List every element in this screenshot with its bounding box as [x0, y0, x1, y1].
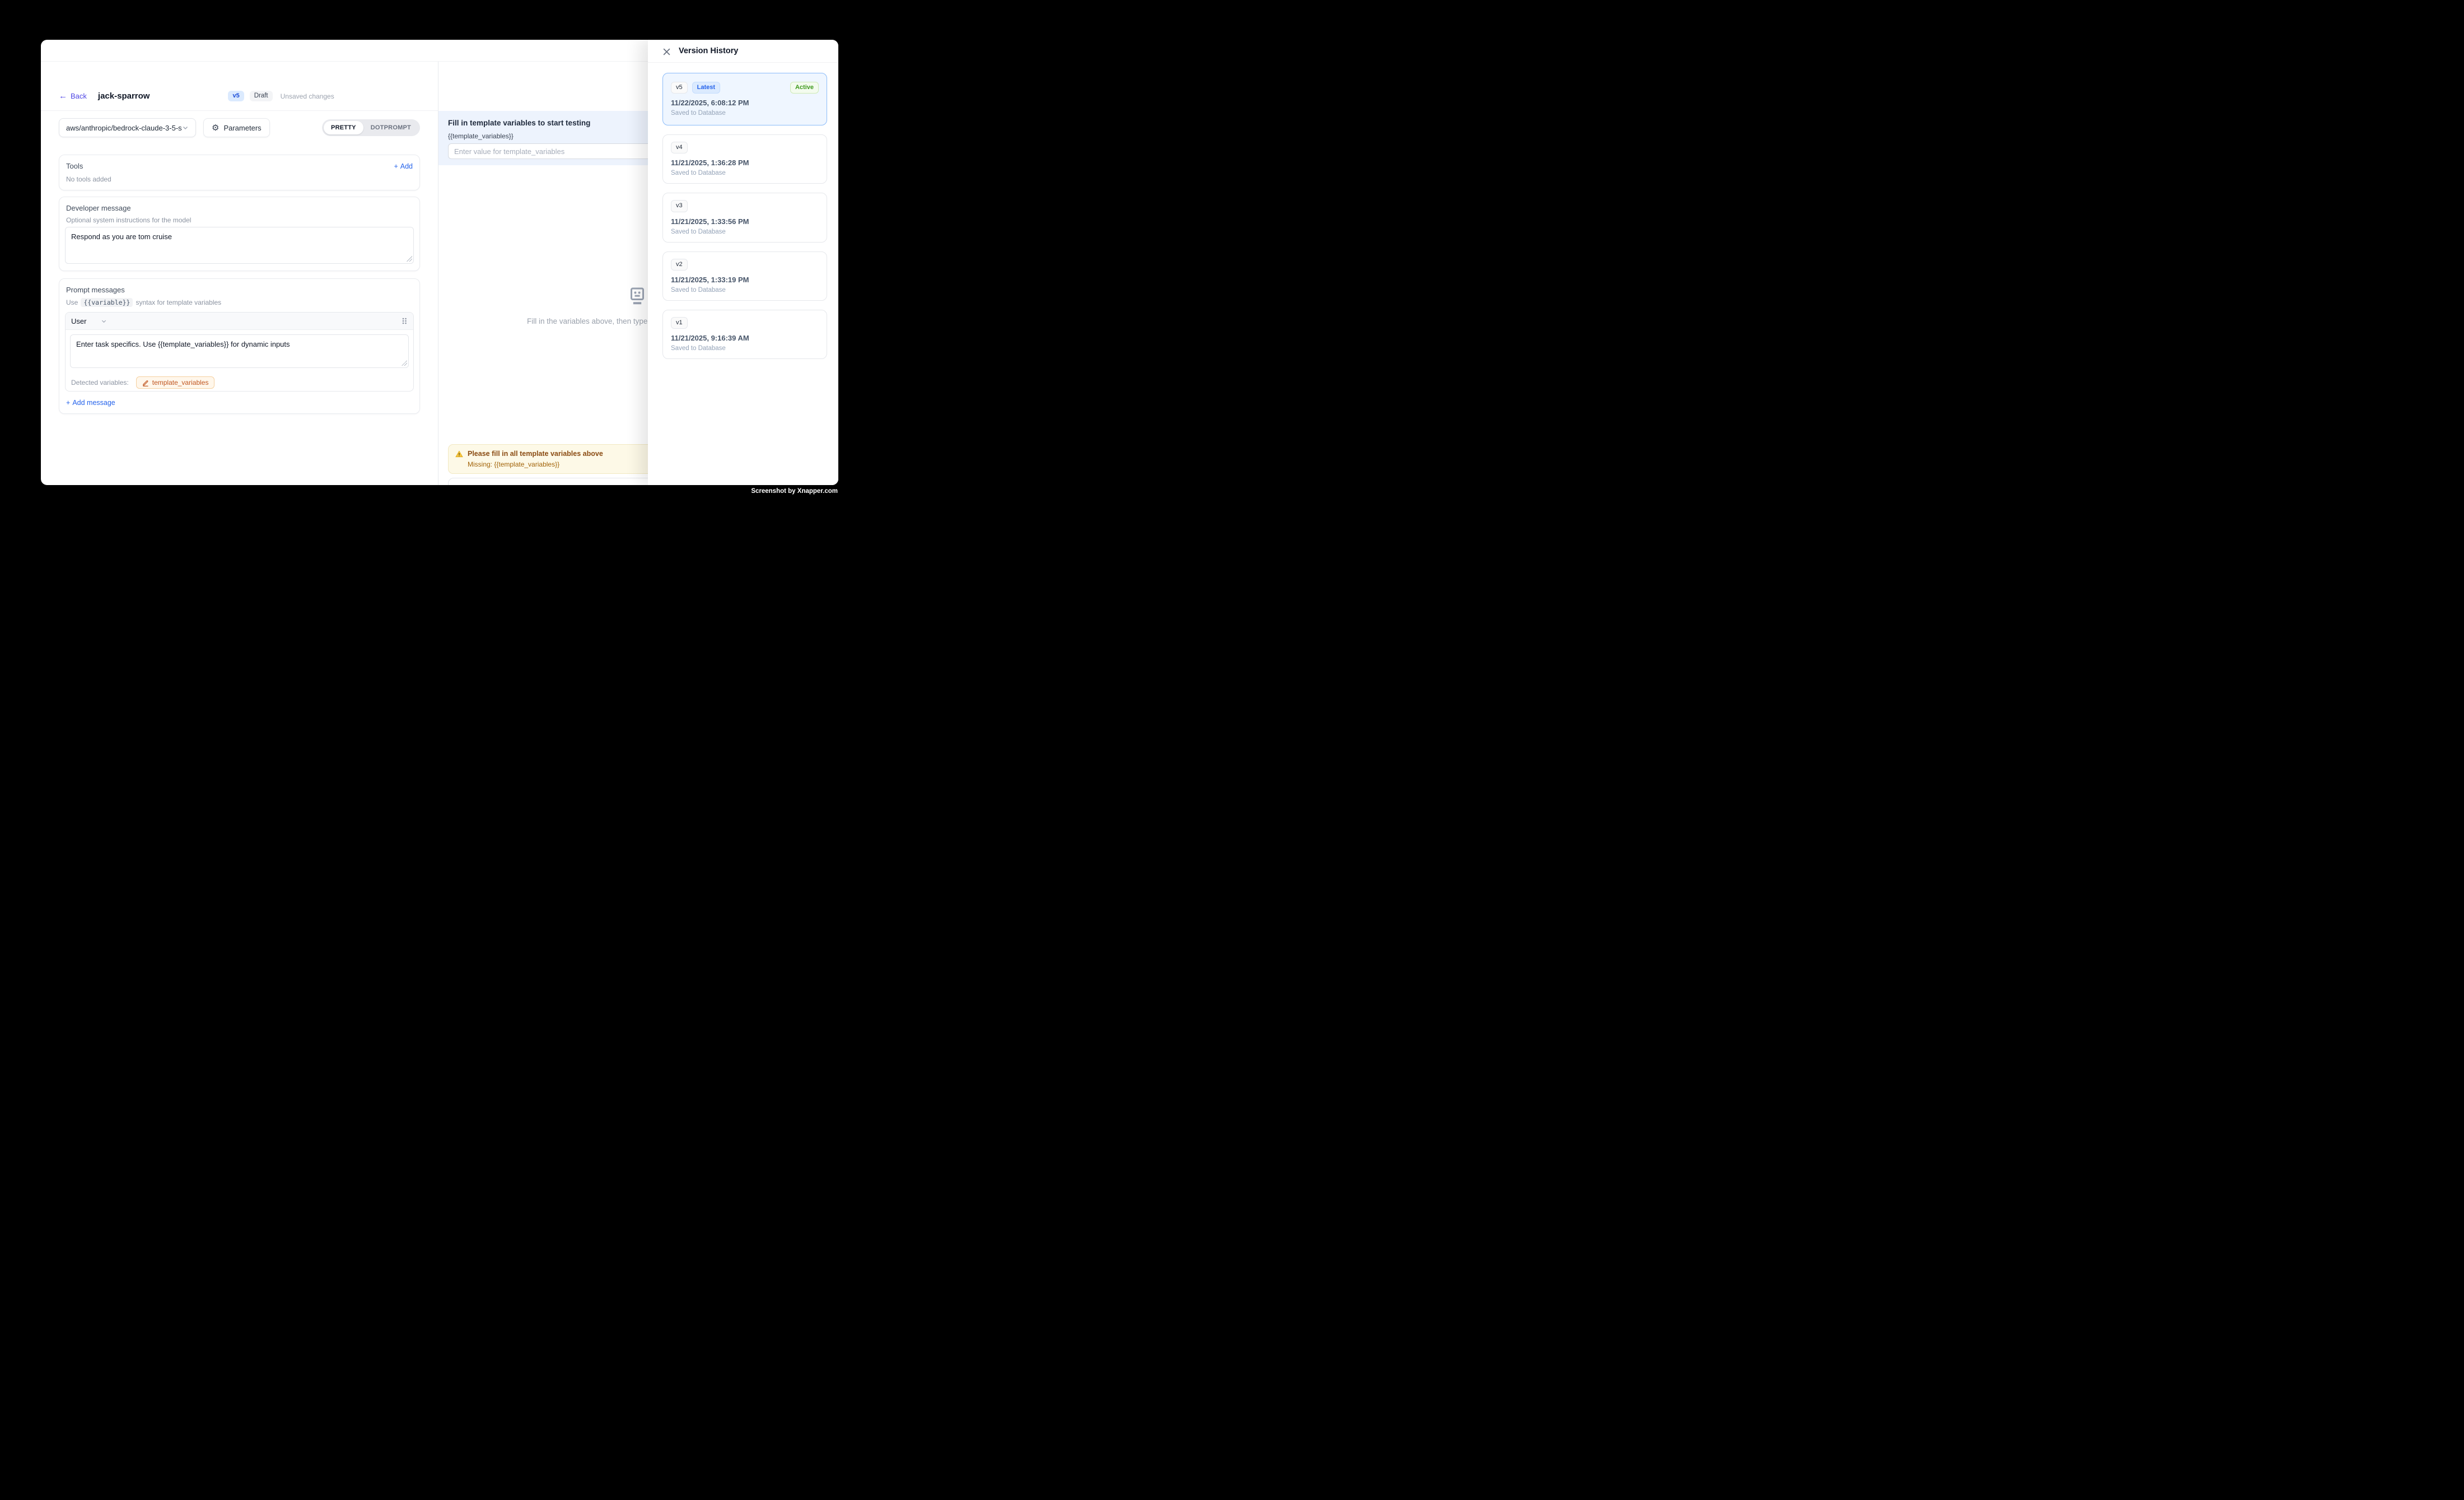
- version-list: v5 Latest Active 11/22/2025, 6:08:12 PM …: [648, 63, 838, 359]
- version-timestamp: 11/22/2025, 6:08:12 PM: [671, 99, 819, 107]
- watermark-text: Screenshot by Xnapper.com: [751, 488, 838, 495]
- close-icon[interactable]: [662, 48, 671, 56]
- version-entry[interactable]: v2 11/21/2025, 1:33:19 PM Saved to Datab…: [662, 251, 827, 301]
- prompt-editor-panel: ← Back jack-sparrow v5 Draft Unsaved cha…: [41, 62, 438, 485]
- model-select[interactable]: aws/anthropic/bedrock-claude-3-5-s...: [59, 118, 196, 137]
- add-message-row: + Add message: [65, 398, 414, 408]
- bot-icon: [627, 286, 647, 308]
- version-timestamp: 11/21/2025, 1:33:56 PM: [671, 217, 819, 226]
- warning-icon: [455, 450, 463, 458]
- draft-badge: Draft: [250, 91, 273, 102]
- model-select-value: aws/anthropic/bedrock-claude-3-5-s...: [66, 124, 182, 132]
- developer-message-hint: Optional system instructions for the mod…: [65, 216, 414, 224]
- message-header: User: [66, 313, 413, 330]
- prompt-messages-section: Prompt messages Use {{variable}} syntax …: [59, 278, 420, 414]
- parameters-label: Parameters: [223, 124, 261, 132]
- toggle-pretty[interactable]: PRETTY: [324, 121, 363, 134]
- drag-handle-icon[interactable]: [401, 316, 408, 325]
- version-timestamp: 11/21/2025, 9:16:39 AM: [671, 334, 819, 342]
- version-number-badge: v4: [671, 142, 688, 153]
- prompt-header-row: ← Back jack-sparrow v5 Draft Unsaved cha…: [41, 62, 438, 111]
- version-status: Saved to Database: [671, 229, 819, 235]
- version-status: Saved to Database: [671, 345, 819, 352]
- plus-icon: +: [66, 399, 70, 407]
- latest-badge: Latest: [692, 82, 720, 94]
- back-arrow-icon: ←: [59, 92, 67, 100]
- prompt-messages-label: Prompt messages: [65, 286, 414, 294]
- active-badge: Active: [790, 82, 819, 94]
- tools-section: Tools + Add No tools added: [59, 155, 420, 190]
- prompt-messages-hint: Use {{variable}} syntax for template var…: [65, 298, 414, 307]
- gear-icon: ⚙: [212, 124, 219, 132]
- version-number-badge: v3: [671, 200, 688, 212]
- developer-message-textarea[interactable]: Respond as you are tom cruise: [65, 227, 414, 264]
- developer-message-label: Developer message: [65, 204, 414, 212]
- version-number-badge: v5: [671, 82, 688, 94]
- version-history-drawer: Version History v5 Latest Active 11/22/2…: [648, 40, 838, 485]
- version-entry[interactable]: v3 11/21/2025, 1:33:56 PM Saved to Datab…: [662, 193, 827, 242]
- version-entry[interactable]: v1 11/21/2025, 9:16:39 AM Saved to Datab…: [662, 310, 827, 359]
- version-timestamp: 11/21/2025, 1:33:19 PM: [671, 276, 819, 284]
- version-status: Saved to Database: [671, 170, 819, 176]
- chevron-down-icon: [101, 318, 107, 324]
- version-number-badge: v2: [671, 259, 688, 271]
- variable-syntax-chip: {{variable}}: [81, 298, 133, 307]
- parameters-button[interactable]: ⚙ Parameters: [203, 118, 270, 137]
- screenshot-stage: ← Back jack-sparrow v5 Draft Unsaved cha…: [0, 0, 874, 532]
- plus-icon: +: [394, 162, 398, 170]
- add-tool-button[interactable]: + Add: [394, 162, 413, 170]
- version-timestamp: 11/21/2025, 1:36:28 PM: [671, 159, 819, 167]
- version-status: Saved to Database: [671, 287, 819, 294]
- pencil-icon: [142, 379, 149, 386]
- toggle-dotprompt[interactable]: DOTPROMPT: [363, 121, 418, 134]
- unsaved-changes-label: Unsaved changes: [281, 92, 334, 100]
- page-title: jack-sparrow: [98, 91, 150, 101]
- message-textarea[interactable]: Enter task specifics. Use {{template_var…: [70, 334, 409, 368]
- tools-empty-text: No tools added: [65, 175, 414, 183]
- version-entry[interactable]: v4 11/21/2025, 1:36:28 PM Saved to Datab…: [662, 134, 827, 184]
- developer-message-section: Developer message Optional system instru…: [59, 197, 420, 271]
- model-toolbar: aws/anthropic/bedrock-claude-3-5-s... ⚙ …: [59, 118, 420, 137]
- back-button[interactable]: ← Back: [59, 92, 87, 100]
- message-block: User Enter task specifics. Use {{templat…: [65, 312, 414, 392]
- message-role-select[interactable]: User: [71, 317, 107, 325]
- version-history-title: Version History: [679, 46, 738, 55]
- empty-state-text: Fill in the variables above, then type: [527, 317, 647, 325]
- add-message-button[interactable]: + Add message: [66, 399, 115, 407]
- detected-variables-label: Detected variables:: [71, 379, 129, 386]
- version-status: Saved to Database: [671, 110, 819, 117]
- tools-label: Tools: [66, 162, 83, 170]
- version-badge: v5: [228, 91, 244, 101]
- app-window: ← Back jack-sparrow v5 Draft Unsaved cha…: [41, 40, 838, 485]
- back-label: Back: [71, 92, 87, 100]
- template-variable-chip[interactable]: template_variables: [136, 376, 215, 389]
- format-toggle: PRETTY DOTPROMPT: [322, 119, 420, 136]
- version-history-header: Version History: [648, 40, 838, 63]
- warning-title: Please fill in all template variables ab…: [468, 450, 603, 458]
- version-entry[interactable]: v5 Latest Active 11/22/2025, 6:08:12 PM …: [662, 73, 827, 125]
- version-number-badge: v1: [671, 317, 688, 329]
- editor-scroll-area: aws/anthropic/bedrock-claude-3-5-s... ⚙ …: [41, 111, 438, 414]
- detected-variables-row: Detected variables: template_variables: [66, 372, 413, 391]
- chevron-down-icon: [182, 124, 189, 131]
